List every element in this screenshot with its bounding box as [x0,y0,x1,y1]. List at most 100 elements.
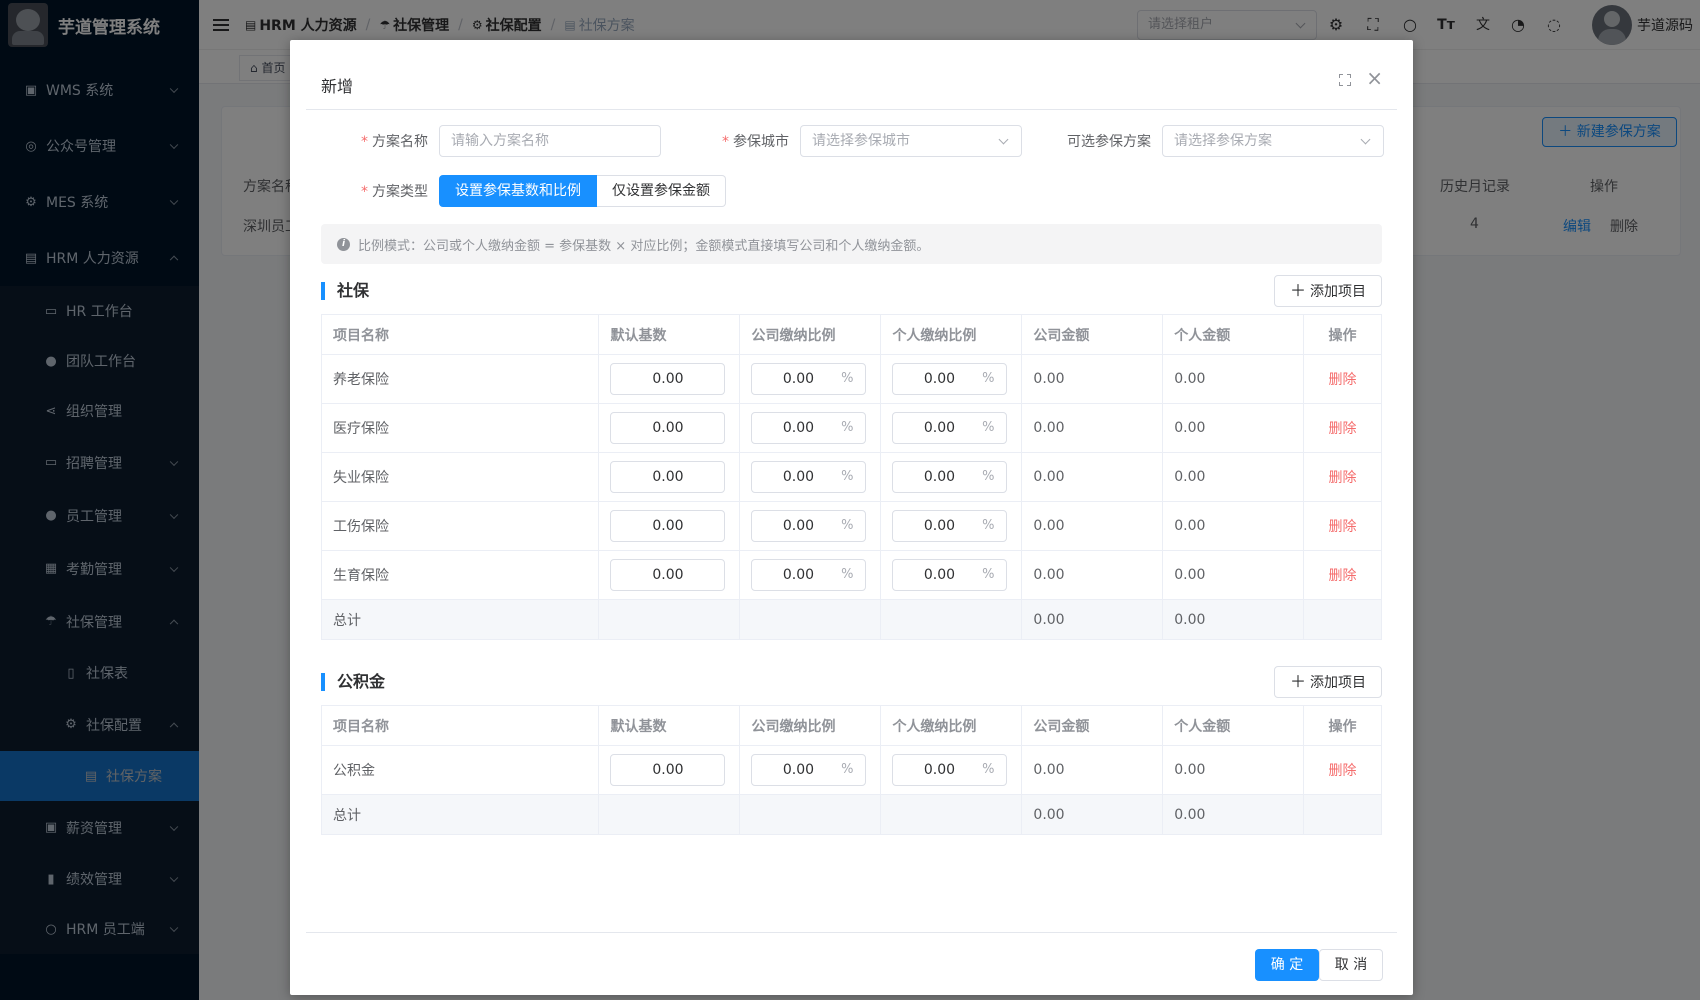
company-ratio-input[interactable]: 0.00% [751,559,867,591]
plan-type-radio-group: 设置参保基数和比例 仅设置参保金额 [439,175,726,207]
table-header-row: 项目名称 默认基数 公司缴纳比例 个人缴纳比例 公司金额 个人金额 操作 [320,705,1382,746]
company-ratio-value: 0.00 [782,469,815,485]
company-amount: 0.00 [1021,403,1164,453]
confirm-button[interactable]: 确 定 [1255,949,1319,981]
delete-row-link[interactable]: 删除 [1329,763,1357,779]
column-header: 个人金额 [1162,314,1305,355]
company-amount: 0.00 [1021,452,1164,502]
personal-amount: 0.00 [1162,354,1305,404]
percent-suffix: % [841,518,854,533]
city-select[interactable]: 请选择参保城市 [800,125,1022,157]
info-icon: i [337,237,350,251]
company-ratio-input[interactable]: 0.00% [751,754,867,786]
percent-suffix: % [982,567,995,582]
personal-ratio-input[interactable]: 0.00% [892,412,1008,444]
personal-ratio-input[interactable]: 0.00% [892,363,1008,395]
personal-ratio-value: 0.00 [923,518,956,534]
fund-table: 项目名称 默认基数 公司缴纳比例 个人缴纳比例 公司金额 个人金额 操作 公积金… [320,705,1382,835]
base-input[interactable]: 0.00 [610,412,726,444]
column-header: 个人缴纳比例 [880,705,1023,746]
delete-row-link[interactable]: 删除 [1329,519,1357,535]
column-header: 默认基数 [598,314,741,355]
percent-suffix: % [841,762,854,777]
personal-amount: 0.00 [1162,452,1305,502]
add-fund-item-button[interactable]: ＋添加项目 [1274,666,1382,698]
close-icon[interactable]: × [1366,68,1383,88]
table-row: 工伤保险 0.00 0.00% 0.00% 0.00 0.00 删除 [320,501,1382,551]
delete-row-link[interactable]: 删除 [1329,372,1357,388]
company-ratio-input[interactable]: 0.00% [751,412,867,444]
base-input[interactable]: 0.00 [610,510,726,542]
optional-plan-label: 可选参保方案 [1067,134,1151,150]
percent-suffix: % [841,469,854,484]
personal-amount: 0.00 [1162,501,1305,551]
base-input[interactable]: 0.00 [610,559,726,591]
company-amount: 0.00 [1021,550,1164,600]
personal-ratio-input[interactable]: 0.00% [892,510,1008,542]
plus-icon: ＋ [1289,672,1306,691]
personal-ratio-value: 0.00 [923,371,956,387]
city-label-text: 参保城市 [733,134,789,150]
dialog-header: 新增 × [306,40,1397,110]
percent-suffix: % [982,469,995,484]
social-table: 项目名称 默认基数 公司缴纳比例 个人缴纳比例 公司金额 个人金额 操作 养老保… [320,314,1382,640]
table-row: 生育保险 0.00 0.00% 0.00% 0.00 0.00 删除 [320,550,1382,600]
plan-type-label: * 方案类型 [361,184,428,200]
percent-suffix: % [841,420,854,435]
column-header: 公司金额 [1021,705,1164,746]
form-row-plan-type: * 方案类型 设置参保基数和比例 仅设置参保金额 [340,175,726,207]
dialog-footer: 确 定 取 消 [306,932,1397,995]
delete-row-link[interactable]: 删除 [1329,470,1357,486]
company-ratio-input[interactable]: 0.00% [751,363,867,395]
column-header: 公司金额 [1021,314,1164,355]
total-label: 总计 [320,794,600,835]
fullscreen-icon[interactable] [1339,74,1351,86]
percent-suffix: % [982,371,995,386]
company-ratio-input[interactable]: 0.00% [751,510,867,542]
base-input[interactable]: 0.00 [610,461,726,493]
total-company-amount: 0.00 [1021,794,1164,835]
column-header: 公司缴纳比例 [739,705,882,746]
personal-ratio-input[interactable]: 0.00% [892,559,1008,591]
radio-ratio-mode[interactable]: 设置参保基数和比例 [439,175,597,207]
base-input[interactable]: 0.00 [610,754,726,786]
radio-amount-mode[interactable]: 仅设置参保金额 [597,175,726,207]
company-amount: 0.00 [1021,354,1164,404]
item-name: 医疗保险 [320,403,600,453]
company-ratio-value: 0.00 [782,371,815,387]
company-ratio-input[interactable]: 0.00% [751,461,867,493]
personal-amount: 0.00 [1162,550,1305,600]
plan-name-label: * 方案名称 [361,134,428,150]
company-ratio-value: 0.00 [782,518,815,534]
delete-row-link[interactable]: 删除 [1329,568,1357,584]
percent-suffix: % [982,762,995,777]
personal-ratio-value: 0.00 [923,762,956,778]
base-input[interactable]: 0.00 [610,363,726,395]
item-name: 养老保险 [320,354,600,404]
item-name: 公积金 [320,745,600,795]
create-plan-dialog: 新增 × * 方案名称 请输入方案名称 * 参保城市 请选择参保城市 可选参保方案 … [290,40,1413,995]
column-header: 项目名称 [320,314,600,355]
column-header: 公司缴纳比例 [739,314,882,355]
plan-name-input[interactable]: 请输入方案名称 [439,125,661,157]
total-row: 总计 0.00 0.00 [320,599,1382,640]
personal-ratio-value: 0.00 [923,420,956,436]
delete-row-link[interactable]: 删除 [1329,421,1357,437]
total-label: 总计 [320,599,600,640]
column-header: 个人缴纳比例 [880,314,1023,355]
mode-alert: i 比例模式：公司或个人缴纳金额 = 参保基数 × 对应比例；金额模式直接填写公… [321,224,1382,264]
add-social-item-button[interactable]: ＋添加项目 [1274,275,1382,307]
optional-plan-select[interactable]: 请选择参保方案 [1162,125,1384,157]
total-row: 总计 0.00 0.00 [320,794,1382,835]
company-ratio-value: 0.00 [782,567,815,583]
add-item-label: 添加项目 [1310,284,1366,300]
personal-ratio-value: 0.00 [923,469,956,485]
table-row: 养老保险 0.00 0.00% 0.00% 0.00 0.00 删除 [320,354,1382,404]
company-ratio-value: 0.00 [782,420,815,436]
personal-ratio-input[interactable]: 0.00% [892,461,1008,493]
plan-name-label-text: 方案名称 [372,134,428,150]
personal-ratio-input[interactable]: 0.00% [892,754,1008,786]
cancel-button[interactable]: 取 消 [1319,949,1383,981]
personal-ratio-value: 0.00 [923,567,956,583]
table-row: 失业保险 0.00 0.00% 0.00% 0.00 0.00 删除 [320,452,1382,502]
